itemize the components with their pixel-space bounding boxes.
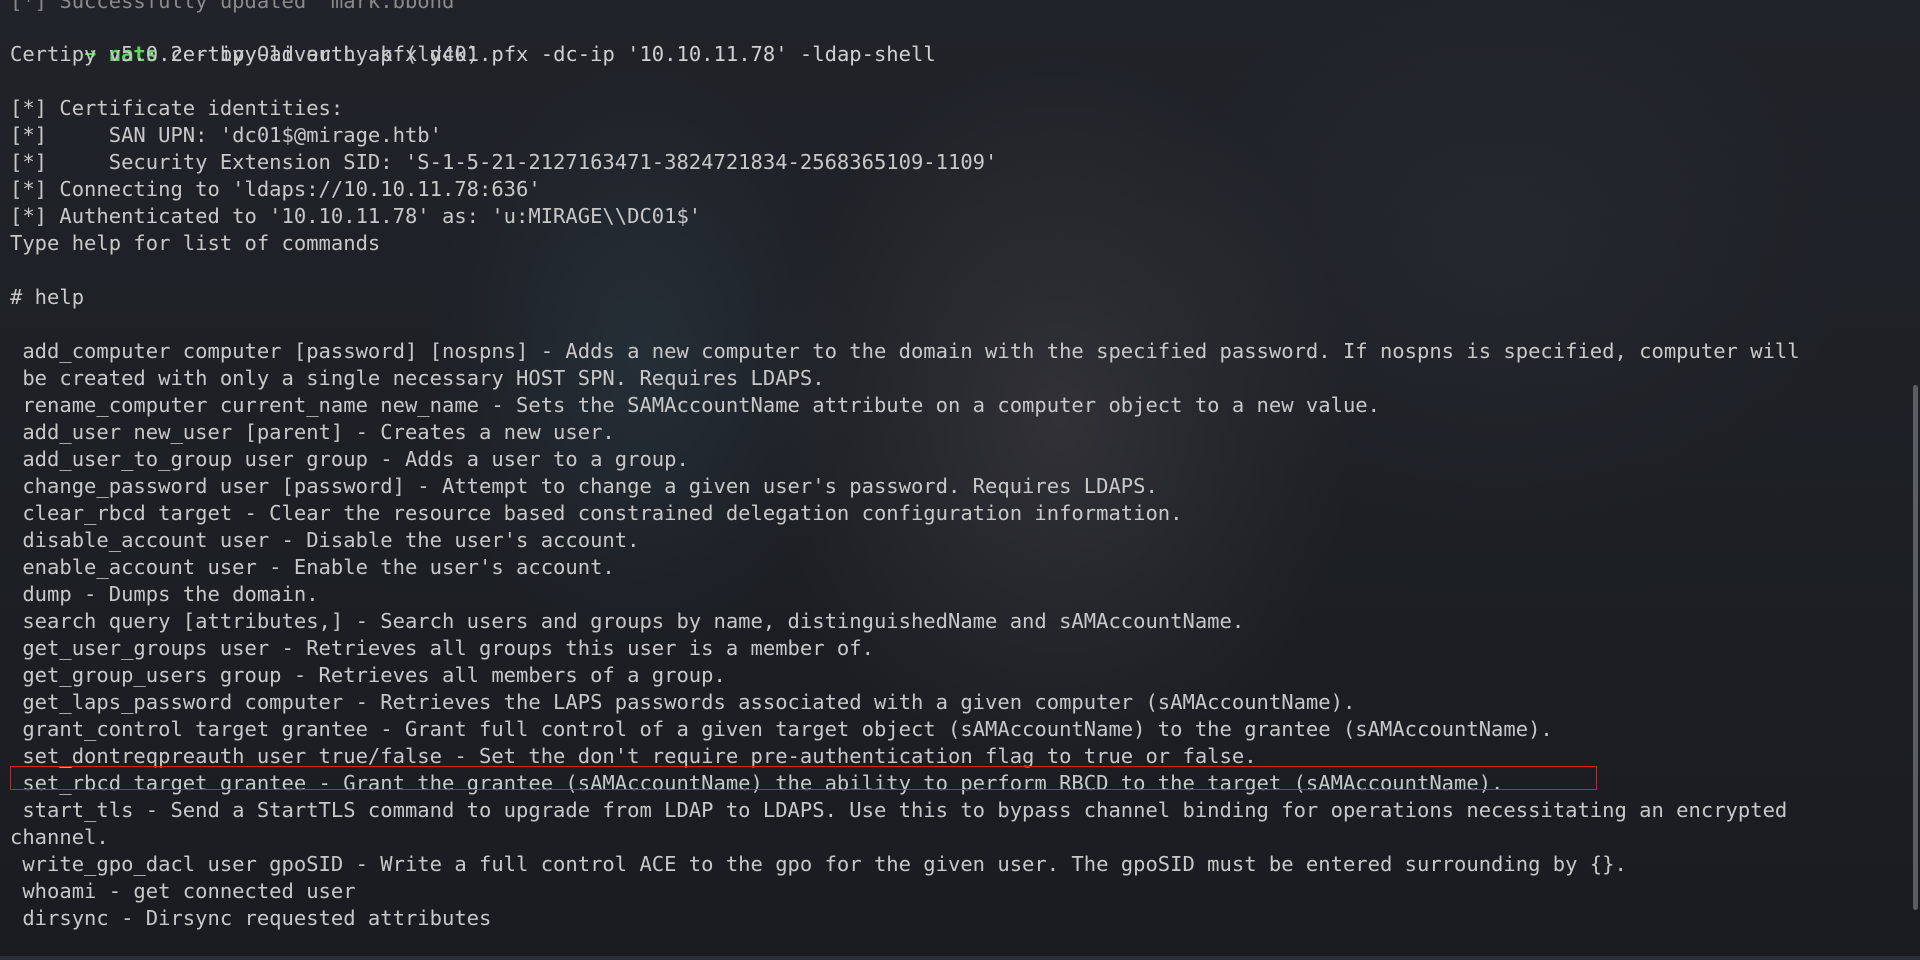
output-line: add_user_to_group user group - Adds a us… — [10, 447, 689, 471]
terminal-window[interactable]: [*] Successfully updated 'mark.bbond' ➜ … — [0, 0, 1920, 960]
output-line: dirsync - Dirsync requested attributes — [10, 906, 492, 930]
bottom-border — [0, 956, 1920, 960]
output-line: start_tls - Send a StartTLS command to u… — [10, 798, 1788, 822]
terminal-screen: [*] Successfully updated 'mark.bbond' ➜ … — [10, 0, 1900, 932]
output-line: [*] Security Extension SID: 'S-1-5-21-21… — [10, 150, 998, 174]
output-line: # help — [10, 285, 85, 309]
output-line: grant_control target grantee - Grant ful… — [10, 717, 1553, 741]
prompt-line: ➜ nats certipy-ad auth -pfx dc01.pfx -dc… — [10, 14, 1900, 66]
output-line: get_user_groups user - Retrieves all gro… — [10, 636, 874, 660]
output-line: channel. — [10, 825, 109, 849]
output-line: get_laps_password computer - Retrieves t… — [10, 690, 1356, 714]
output-line: add_computer computer [password] [nospns… — [10, 339, 1800, 363]
output-line: dump - Dumps the domain. — [10, 582, 319, 606]
output-line: Certipy v5.0.2 - by Oliver Lyak (ly4k) — [10, 42, 479, 66]
output-line: [*] SAN UPN: 'dc01$@mirage.htb' — [10, 123, 442, 147]
output-line: write_gpo_dacl user gpoSID - Write a ful… — [10, 852, 1627, 876]
partial-top-line: [*] Successfully updated 'mark.bbond' — [10, 0, 467, 13]
output-line: add_user new_user [parent] - Creates a n… — [10, 420, 615, 444]
output-line: enable_account user - Enable the user's … — [10, 555, 615, 579]
output-line: clear_rbcd target - Clear the resource b… — [10, 501, 1183, 525]
output-line: be created with only a single necessary … — [10, 366, 825, 390]
output-line: Type help for list of commands — [10, 231, 381, 255]
output-line: [*] Connecting to 'ldaps://10.10.11.78:6… — [10, 177, 541, 201]
terminal-output: Certipy v5.0.2 - by Oliver Lyak (ly4k) [*… — [10, 41, 1900, 932]
output-line: whoami - get connected user — [10, 879, 356, 903]
scrollbar[interactable] — [1913, 385, 1918, 910]
output-line: search query [attributes,] - Search user… — [10, 609, 1245, 633]
output-line: get_group_users group - Retrieves all me… — [10, 663, 726, 687]
output-line: set_dontreqpreauth user true/false - Set… — [10, 744, 1257, 768]
output-line: [*] Certificate identities: — [10, 96, 344, 120]
output-line: [*] Authenticated to '10.10.11.78' as: '… — [10, 204, 702, 228]
output-line: change_password user [password] - Attemp… — [10, 474, 1158, 498]
output-line: disable_account user - Disable the user'… — [10, 528, 640, 552]
output-line: rename_computer current_name new_name - … — [10, 393, 1380, 417]
output-line: set_rbcd target grantee - Grant the gran… — [10, 771, 1504, 795]
